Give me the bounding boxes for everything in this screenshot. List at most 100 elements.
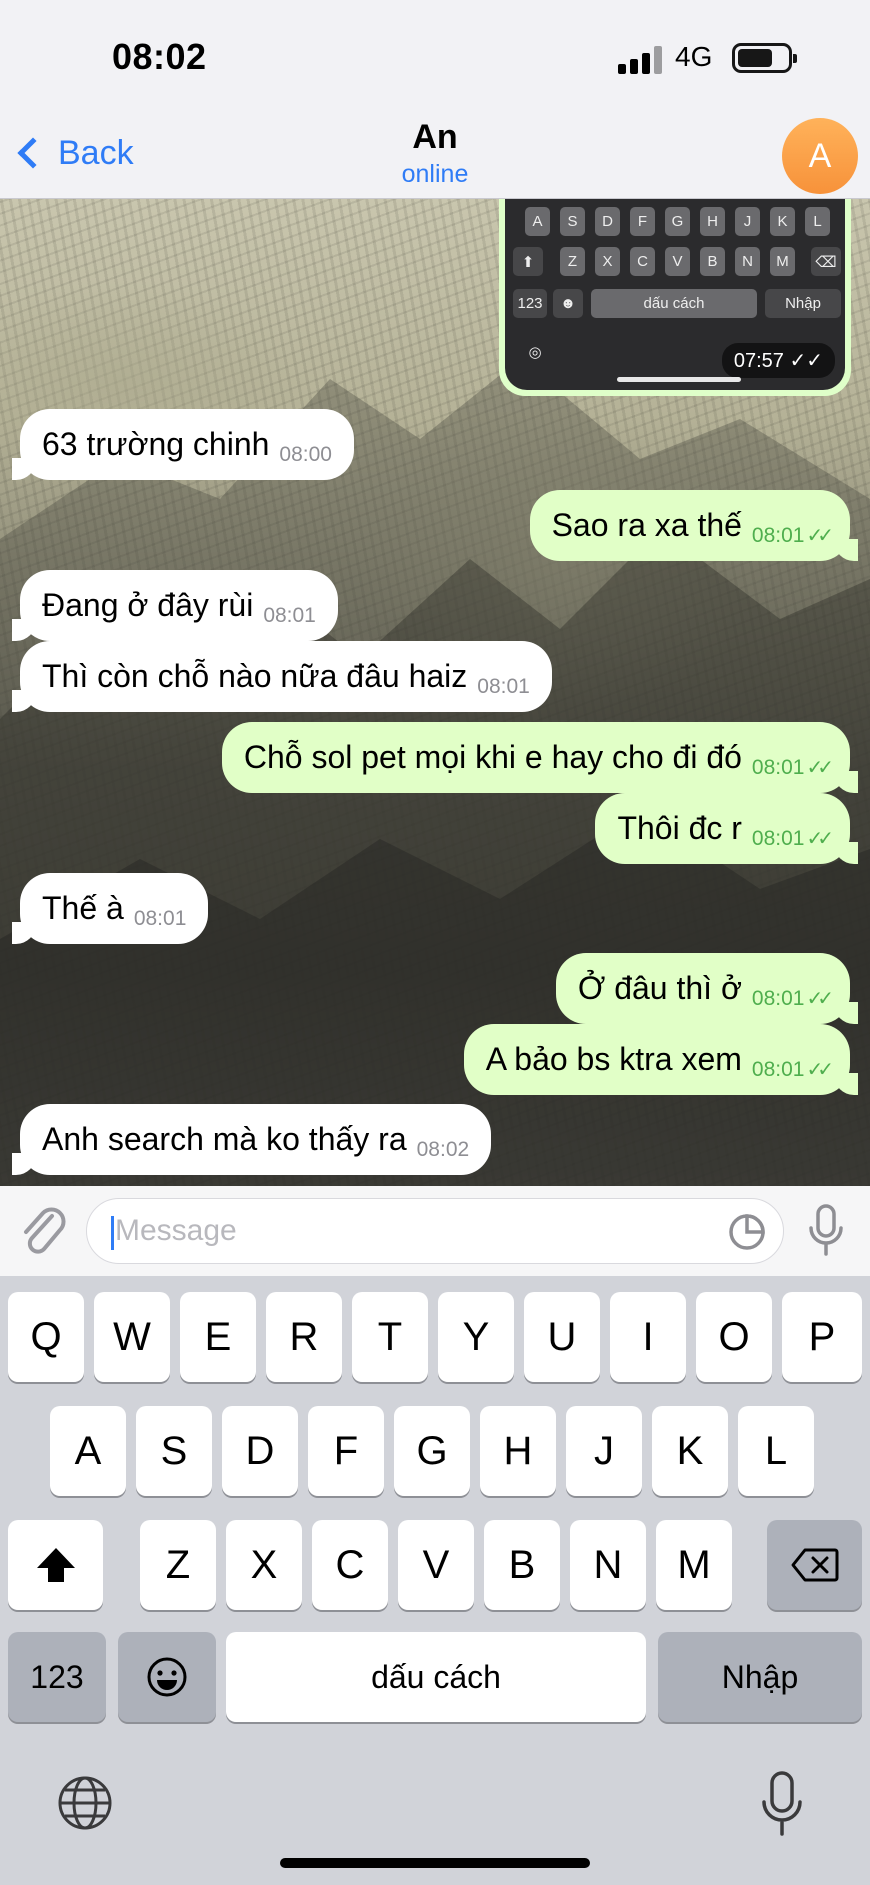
- network-type: 4G: [675, 41, 713, 72]
- mini-key: B: [700, 247, 725, 276]
- mini-key: G: [665, 207, 690, 236]
- key-y[interactable]: Y: [438, 1292, 514, 1382]
- message-time: 08:01: [751, 827, 805, 850]
- emoji-key[interactable]: [118, 1632, 216, 1722]
- message-bubble[interactable]: Đang ở đây rùi 08:01: [12, 570, 338, 642]
- key-c[interactable]: C: [312, 1520, 388, 1610]
- mini-space-key: dấu cách: [591, 289, 757, 318]
- message-input[interactable]: Message: [86, 1198, 784, 1264]
- message-bubble[interactable]: A bảo bs ktra xem 08:01 ✓✓: [463, 1024, 859, 1096]
- chat-header: 08:02 4G Back An online A: [0, 0, 870, 199]
- chat-area[interactable]: A S D F G H J K L ⬆ Z X C V B N M ⌫ 123 …: [0, 199, 870, 1186]
- microphone-icon[interactable]: [806, 1202, 846, 1258]
- message-time: 08:01: [751, 756, 805, 779]
- key-w[interactable]: W: [94, 1292, 170, 1382]
- numbers-key[interactable]: 123: [8, 1632, 106, 1722]
- message-bubble[interactable]: Ở đâu thì ở 08:01 ✓✓: [555, 953, 859, 1025]
- mini-mode-key: 123: [513, 289, 547, 318]
- message-time: 07:57 ✓✓: [721, 343, 835, 378]
- mini-key: M: [770, 247, 795, 276]
- backspace-icon: [791, 1548, 838, 1582]
- message-placeholder: Message: [115, 1214, 237, 1247]
- key-j[interactable]: J: [566, 1406, 642, 1496]
- key-m[interactable]: M: [656, 1520, 732, 1610]
- read-check-icon: ✓✓: [806, 1059, 833, 1081]
- composer: Message: [0, 1186, 870, 1276]
- message-bubble[interactable]: Thôi đc r 08:01 ✓✓: [595, 793, 858, 865]
- key-k[interactable]: K: [652, 1406, 728, 1496]
- text-caret: [111, 1216, 114, 1250]
- message-bubble[interactable]: Chỗ sol pet mọi khi e hay cho đi đó 08:01…: [221, 722, 859, 794]
- screenshot-image: A S D F G H J K L ⬆ Z X C V B N M ⌫ 123 …: [505, 199, 845, 390]
- message-text: Thế à: [42, 890, 124, 926]
- message-text: 63 trường chinh: [42, 426, 270, 462]
- space-key[interactable]: dấu cách: [226, 1632, 646, 1722]
- mini-key: N: [735, 247, 760, 276]
- message-time: 08:02: [416, 1138, 470, 1161]
- key-a[interactable]: A: [50, 1406, 126, 1496]
- message-text: Chỗ sol pet mọi khi e hay cho đi đó: [243, 739, 742, 775]
- key-n[interactable]: N: [570, 1520, 646, 1610]
- key-i[interactable]: I: [610, 1292, 686, 1382]
- key-p[interactable]: P: [782, 1292, 862, 1382]
- home-indicator: [617, 377, 741, 382]
- message-text: Thì còn chỗ nào nữa đâu haiz: [42, 658, 468, 694]
- mini-key: F: [630, 207, 655, 236]
- battery-icon: [732, 43, 797, 73]
- message-bubble[interactable]: Sao ra xa thế 08:01 ✓✓: [529, 490, 859, 562]
- mini-key: X: [595, 247, 620, 276]
- key-v[interactable]: V: [398, 1520, 474, 1610]
- message-time: 08:01: [263, 604, 316, 627]
- key-d[interactable]: D: [222, 1406, 298, 1496]
- key-g[interactable]: G: [394, 1406, 470, 1496]
- mini-return-key: Nhập: [765, 289, 841, 318]
- message-bubble[interactable]: Thế à 08:01: [11, 873, 209, 945]
- message-time: 08:00: [279, 443, 332, 466]
- key-f[interactable]: F: [308, 1406, 384, 1496]
- message-bubble[interactable]: Anh search mà ko thấy ra 08:02: [11, 1104, 492, 1176]
- delete-key[interactable]: [767, 1520, 862, 1610]
- signal-icon: [618, 46, 662, 74]
- mini-key: L: [805, 207, 830, 236]
- key-x[interactable]: X: [226, 1520, 302, 1610]
- message-text: Anh search mà ko thấy ra: [42, 1121, 407, 1157]
- emoji-icon: [147, 1657, 187, 1697]
- message-time: 08:01: [751, 524, 805, 547]
- paperclip-icon[interactable]: [18, 1202, 68, 1258]
- key-z[interactable]: Z: [140, 1520, 216, 1610]
- key-o[interactable]: O: [696, 1292, 772, 1382]
- key-t[interactable]: T: [352, 1292, 428, 1382]
- time-label: 07:57: [733, 350, 784, 372]
- mini-key: C: [630, 247, 655, 276]
- key-s[interactable]: S: [136, 1406, 212, 1496]
- message-text: Thôi đc r: [617, 810, 742, 846]
- message-bubble[interactable]: Thì còn chỗ nào nữa đâu haiz 08:01: [12, 641, 552, 713]
- globe-icon[interactable]: [56, 1774, 114, 1832]
- message-text: Đang ở đây rùi: [42, 587, 254, 623]
- message-time: 08:01: [133, 907, 187, 930]
- contact-name[interactable]: An: [0, 118, 870, 157]
- key-u[interactable]: U: [524, 1292, 600, 1382]
- dictation-mic-icon[interactable]: [760, 1770, 804, 1838]
- key-h[interactable]: H: [480, 1406, 556, 1496]
- message-text: Ở đâu thì ở: [577, 970, 742, 1006]
- key-e[interactable]: E: [180, 1292, 256, 1382]
- contact-status: online: [401, 160, 469, 188]
- key-q[interactable]: Q: [8, 1292, 84, 1382]
- read-check-icon: ✓✓: [806, 757, 833, 779]
- message-text: Sao ra xa thế: [551, 507, 742, 543]
- message-time: 08:01: [751, 987, 805, 1010]
- return-key[interactable]: Nhập: [658, 1632, 862, 1722]
- message-text: A bảo bs ktra xem: [485, 1041, 742, 1077]
- message-bubble[interactable]: 63 trường chinh 08:00: [12, 409, 354, 481]
- key-l[interactable]: L: [738, 1406, 814, 1496]
- mini-key: A: [525, 207, 550, 236]
- shift-key[interactable]: [8, 1520, 103, 1610]
- status-time: 08:02: [112, 36, 207, 77]
- mini-key: V: [665, 247, 690, 276]
- screenshot-message[interactable]: A S D F G H J K L ⬆ Z X C V B N M ⌫ 123 …: [499, 199, 851, 396]
- key-r[interactable]: R: [266, 1292, 342, 1382]
- avatar[interactable]: A: [782, 118, 858, 194]
- sticker-icon[interactable]: [727, 1212, 767, 1252]
- key-b[interactable]: B: [484, 1520, 560, 1610]
